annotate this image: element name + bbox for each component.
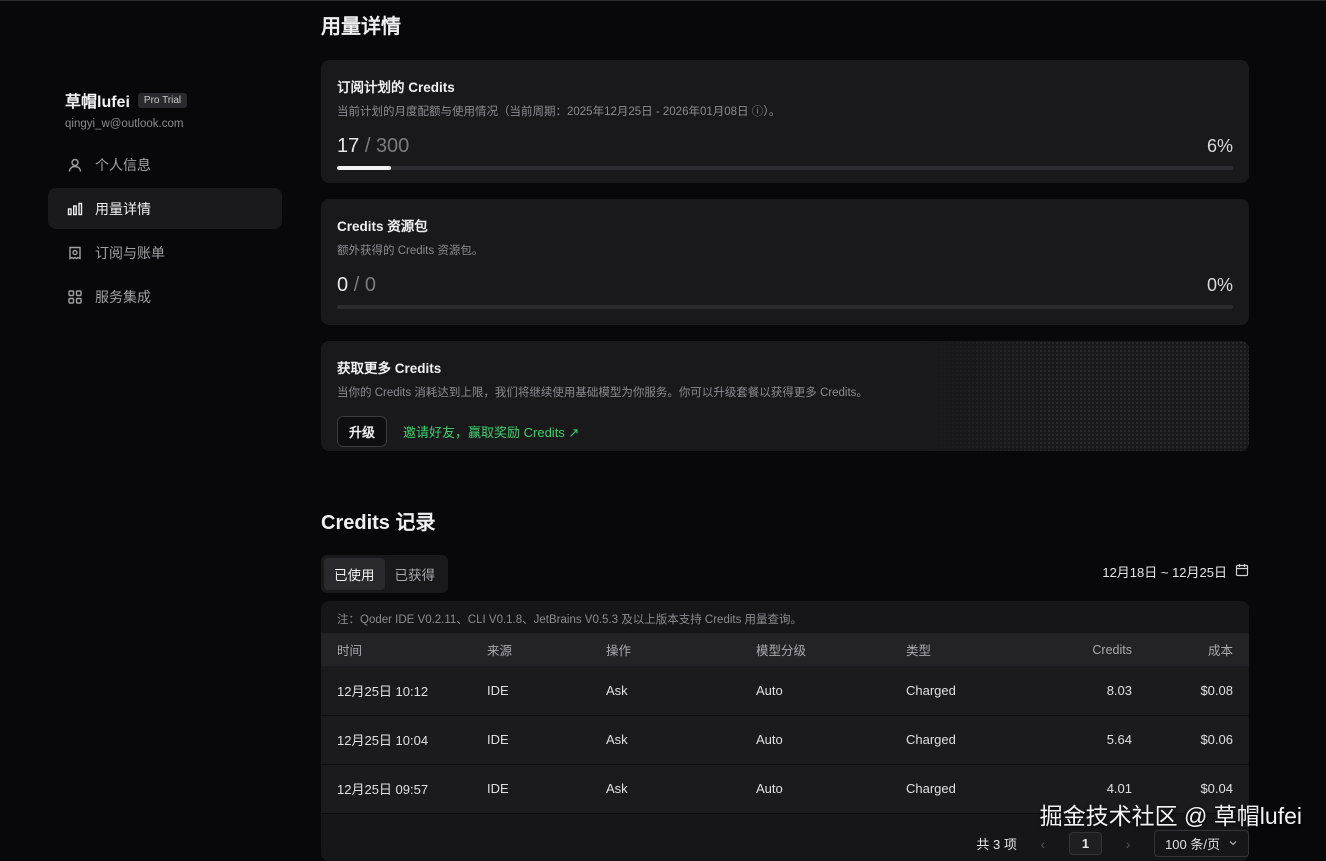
cell-model-tier: Auto bbox=[756, 764, 906, 813]
cell-source: IDE bbox=[487, 715, 606, 764]
cell-action: Ask bbox=[606, 666, 756, 715]
chevron-down-icon bbox=[1228, 836, 1238, 851]
cell-type: Charged bbox=[906, 715, 1026, 764]
cell-cost: $0.06 bbox=[1132, 715, 1249, 764]
sidebar-item-billing[interactable]: 订阅与账单 bbox=[48, 232, 282, 273]
plan-badge: Pro Trial bbox=[138, 93, 187, 108]
credit-packs-card: Credits 资源包 额外获得的 Credits 资源包。 0 / 0 0% bbox=[321, 199, 1249, 325]
table-header-row: 时间 来源 操作 模型分级 类型 Credits 成本 bbox=[321, 633, 1249, 666]
column-header: Credits bbox=[1026, 633, 1132, 666]
table-row: 12月25日 10:04 IDE Ask Auto Charged 5.64 $… bbox=[321, 715, 1249, 764]
get-more-credits-card: 获取更多 Credits 当你的 Credits 消耗达到上限，我们将继续使用基… bbox=[321, 341, 1249, 451]
user-row: 草帽lufei Pro Trial bbox=[48, 88, 282, 112]
current-page-button[interactable]: 1 bbox=[1069, 832, 1102, 855]
column-header: 模型分级 bbox=[756, 633, 906, 666]
column-header: 时间 bbox=[321, 633, 487, 666]
usage-value: 17 / 300 bbox=[337, 135, 409, 158]
cell-type: Charged bbox=[906, 764, 1026, 813]
tab-used[interactable]: 已使用 bbox=[324, 558, 385, 590]
card-subtitle: 当你的 Credits 消耗达到上限，我们将继续使用基础模型为你服务。你可以升级… bbox=[337, 384, 1233, 400]
usage-percent: 0% bbox=[1207, 275, 1233, 296]
sidebar-item-usage[interactable]: 用量详情 bbox=[48, 188, 282, 229]
sidebar: 草帽lufei Pro Trial qingyi_w@outlook.com 个… bbox=[48, 88, 282, 320]
page-size-value: 100 条/页 bbox=[1165, 834, 1220, 853]
prev-page-button[interactable]: ‹ bbox=[1031, 836, 1055, 852]
card-title: 订阅计划的 Credits bbox=[337, 76, 1233, 96]
cell-action: Ask bbox=[606, 764, 756, 813]
top-divider bbox=[0, 0, 1326, 1]
used-count: 17 bbox=[337, 135, 359, 157]
card-subtitle: 额外获得的 Credits 资源包。 bbox=[337, 242, 1233, 258]
cell-type: Charged bbox=[906, 666, 1026, 715]
usage-progress-bar bbox=[337, 305, 1233, 309]
cell-action: Ask bbox=[606, 715, 756, 764]
cell-model-tier: Auto bbox=[756, 666, 906, 715]
cell-credits: 5.64 bbox=[1026, 715, 1132, 764]
cell-time: 12月25日 10:12 bbox=[321, 666, 487, 715]
user-email: qingyi_w@outlook.com bbox=[48, 118, 282, 130]
cell-cost: $0.08 bbox=[1132, 666, 1249, 715]
sidebar-nav: 个人信息 用量详情 订阅与账单 服务集成 bbox=[48, 144, 282, 317]
cell-time: 12月25日 09:57 bbox=[321, 764, 487, 813]
separator: / bbox=[354, 274, 360, 296]
total-count: 300 bbox=[376, 135, 409, 157]
card-title: 获取更多 Credits bbox=[337, 357, 1233, 377]
cell-time: 12月25日 10:04 bbox=[321, 715, 487, 764]
watermark: 掘金技术社区 @ 草帽lufei bbox=[1040, 797, 1302, 831]
next-page-button[interactable]: › bbox=[1116, 836, 1140, 852]
separator: / bbox=[365, 135, 371, 157]
used-count: 0 bbox=[337, 274, 348, 296]
cell-source: IDE bbox=[487, 666, 606, 715]
invite-friends-link[interactable]: 邀请好友，赢取奖励 Credits ↗ bbox=[403, 422, 579, 441]
sidebar-item-profile[interactable]: 个人信息 bbox=[48, 144, 282, 185]
usage-value: 0 / 0 bbox=[337, 274, 376, 297]
bill-icon bbox=[66, 244, 84, 262]
date-range-text: 12月18日 ~ 12月25日 bbox=[1102, 562, 1227, 581]
pagination: 共 3 项 ‹ 1 › 100 条/页 bbox=[976, 830, 1249, 857]
page-title: 用量详情 bbox=[321, 10, 401, 39]
total-count: 0 bbox=[365, 274, 376, 296]
calendar-icon bbox=[1235, 563, 1249, 580]
records-title: Credits 记录 bbox=[321, 506, 435, 535]
usage-progress-bar bbox=[337, 166, 1233, 170]
grid-icon bbox=[66, 288, 84, 306]
username: 草帽lufei bbox=[65, 88, 130, 112]
tab-earned[interactable]: 已获得 bbox=[385, 558, 446, 590]
date-range-picker[interactable]: 12月18日 ~ 12月25日 bbox=[1102, 562, 1249, 581]
cell-credits: 8.03 bbox=[1026, 666, 1132, 715]
table-row: 12月25日 10:12 IDE Ask Auto Charged 8.03 $… bbox=[321, 666, 1249, 715]
cell-source: IDE bbox=[487, 764, 606, 813]
sidebar-item-label: 订阅与账单 bbox=[95, 243, 165, 263]
column-header: 来源 bbox=[487, 633, 606, 666]
total-items-text: 共 3 项 bbox=[976, 834, 1016, 853]
card-subtitle: 当前计划的月度配额与使用情况（当前周期：2025年12月25日 - 2026年0… bbox=[337, 103, 1233, 119]
cell-model-tier: Auto bbox=[756, 715, 906, 764]
user-icon bbox=[66, 156, 84, 174]
sidebar-item-label: 个人信息 bbox=[95, 155, 151, 175]
column-header: 类型 bbox=[906, 633, 1026, 666]
sidebar-item-label: 用量详情 bbox=[95, 199, 151, 219]
records-tabs: 已使用 已获得 bbox=[321, 555, 448, 593]
page-size-select[interactable]: 100 条/页 bbox=[1154, 830, 1249, 857]
bar-chart-icon bbox=[66, 200, 84, 218]
column-header: 操作 bbox=[606, 633, 756, 666]
usage-progress-fill bbox=[337, 166, 391, 170]
usage-percent: 6% bbox=[1207, 136, 1233, 157]
upgrade-button[interactable]: 升级 bbox=[337, 416, 387, 447]
sidebar-item-integrations[interactable]: 服务集成 bbox=[48, 276, 282, 317]
column-header: 成本 bbox=[1132, 633, 1249, 666]
subscription-credits-card: 订阅计划的 Credits 当前计划的月度配额与使用情况（当前周期：2025年1… bbox=[321, 60, 1249, 183]
sidebar-item-label: 服务集成 bbox=[95, 287, 151, 307]
table-note: 注：Qoder IDE V0.2.11、CLI V0.1.8、JetBrains… bbox=[321, 601, 1249, 633]
card-title: Credits 资源包 bbox=[337, 215, 1233, 235]
